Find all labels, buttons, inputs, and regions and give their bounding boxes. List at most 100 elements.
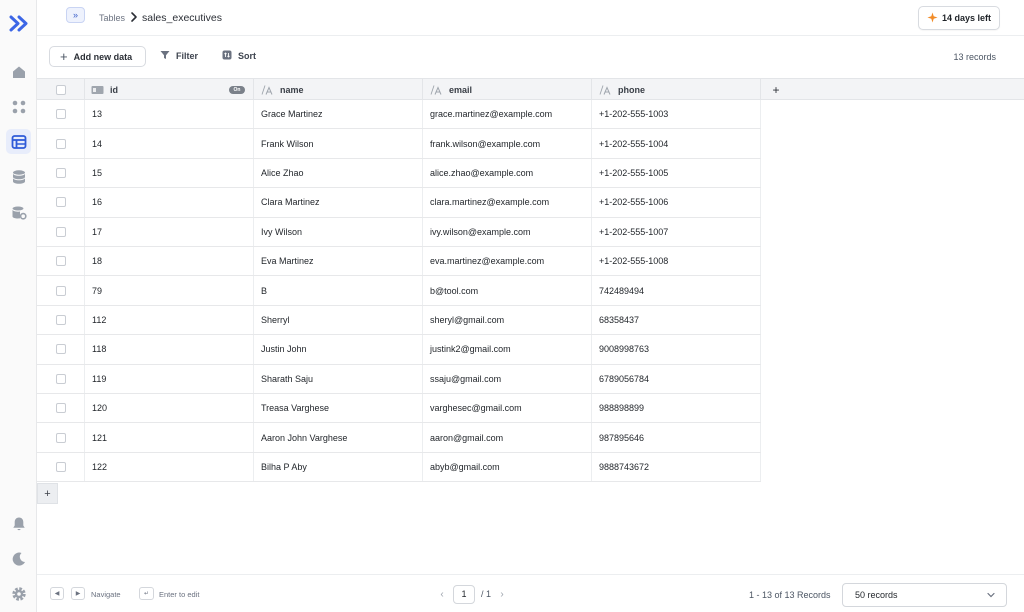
cell-email[interactable]: aaron@gmail.com — [423, 423, 592, 452]
table-row[interactable]: 79 B b@tool.com 742489494 — [37, 276, 761, 306]
cell-email[interactable]: sheryl@gmail.com — [423, 305, 592, 335]
cell-id[interactable]: 15 — [85, 158, 254, 188]
cell-name[interactable]: Justin John — [254, 335, 423, 364]
previous-page-icon[interactable]: ‹ — [437, 589, 447, 600]
add-column-button[interactable]: + — [761, 79, 791, 100]
cell-name[interactable]: Alice Zhao — [254, 158, 423, 188]
row-checkbox[interactable] — [55, 138, 66, 149]
cell-id[interactable]: 121 — [85, 423, 254, 452]
cell-email[interactable]: ivy.wilson@example.com — [423, 217, 592, 246]
cell-id[interactable]: 14 — [85, 129, 254, 158]
row-checkbox[interactable] — [55, 432, 66, 443]
cell-id[interactable]: 118 — [85, 335, 254, 364]
cell-name[interactable]: B — [254, 276, 423, 305]
cell-id[interactable]: 13 — [85, 100, 254, 129]
row-checkbox[interactable] — [55, 285, 66, 296]
cell-phone[interactable]: +1-202-555-1008 — [592, 247, 761, 276]
settings-icon[interactable] — [10, 585, 27, 602]
table-row[interactable]: 120 Treasa Varghese varghesec@gmail.com … — [37, 394, 761, 424]
table-row[interactable]: 122 Bilha P Aby abyb@gmail.com 988874367… — [37, 452, 761, 483]
row-checkbox[interactable] — [55, 461, 66, 472]
breadcrumb-tables-link[interactable]: Tables — [99, 13, 125, 23]
cell-email[interactable]: justink2@gmail.com — [423, 335, 592, 364]
trial-days-button[interactable]: 14 days left — [918, 6, 1000, 30]
cell-phone[interactable]: 9008998763 — [592, 335, 761, 364]
cell-phone[interactable]: +1-202-555-1004 — [592, 129, 761, 158]
cell-id[interactable]: 120 — [85, 394, 254, 423]
cell-email[interactable]: varghesec@gmail.com — [423, 394, 592, 423]
row-checkbox[interactable] — [55, 226, 66, 237]
cell-email[interactable]: frank.wilson@example.com — [423, 129, 592, 158]
add-row-button[interactable]: + — [37, 483, 58, 504]
cell-email[interactable]: b@tool.com — [423, 276, 592, 305]
cell-name[interactable]: Aaron John Varghese — [254, 423, 423, 452]
cell-id[interactable]: 18 — [85, 247, 254, 276]
row-checkbox[interactable] — [55, 167, 66, 178]
table-row[interactable]: 17 Ivy Wilson ivy.wilson@example.com +1-… — [37, 217, 761, 247]
moon-icon[interactable] — [10, 550, 27, 567]
cell-id[interactable]: 122 — [85, 452, 254, 482]
cell-name[interactable]: Ivy Wilson — [254, 217, 423, 246]
cell-phone[interactable]: 742489494 — [592, 276, 761, 305]
cell-phone[interactable]: +1-202-555-1005 — [592, 158, 761, 188]
cell-name[interactable]: Eva Martinez — [254, 247, 423, 276]
tables-icon[interactable] — [6, 129, 31, 154]
select-all-checkbox[interactable] — [55, 84, 66, 95]
cell-name[interactable]: Sherryl — [254, 305, 423, 335]
cell-phone[interactable]: +1-202-555-1006 — [592, 188, 761, 217]
table-row[interactable]: 112 Sherryl sheryl@gmail.com 68358437 — [37, 305, 761, 336]
cell-id[interactable]: 79 — [85, 276, 254, 305]
table-row[interactable]: 15 Alice Zhao alice.zhao@example.com +1-… — [37, 158, 761, 189]
row-checkbox[interactable] — [55, 109, 66, 120]
table-row[interactable]: 18 Eva Martinez eva.martinez@example.com… — [37, 247, 761, 277]
page-size-select[interactable]: 50 records — [842, 583, 1007, 607]
database-icon[interactable] — [10, 168, 27, 185]
cell-phone[interactable]: 9888743672 — [592, 452, 761, 482]
cell-phone[interactable]: 68358437 — [592, 305, 761, 335]
add-new-data-button[interactable]: + Add new data — [49, 46, 146, 67]
cell-phone[interactable]: 987895646 — [592, 423, 761, 452]
row-checkbox[interactable] — [55, 373, 66, 384]
table-row[interactable]: 14 Frank Wilson frank.wilson@example.com… — [37, 129, 761, 159]
page-number-input[interactable]: 1 — [453, 584, 475, 604]
table-row[interactable]: 118 Justin John justink2@gmail.com 90089… — [37, 335, 761, 365]
row-checkbox[interactable] — [55, 403, 66, 414]
cell-phone[interactable]: 6789056784 — [592, 364, 761, 393]
cell-id[interactable]: 16 — [85, 188, 254, 217]
cell-name[interactable]: Sharath Saju — [254, 364, 423, 393]
cell-name[interactable]: Grace Martinez — [254, 100, 423, 129]
table-row[interactable]: 119 Sharath Saju ssaju@gmail.com 6789056… — [37, 364, 761, 394]
cell-id[interactable]: 17 — [85, 217, 254, 246]
cell-name[interactable]: Treasa Varghese — [254, 394, 423, 423]
table-row[interactable]: 121 Aaron John Varghese aaron@gmail.com … — [37, 423, 761, 453]
cell-phone[interactable]: +1-202-555-1003 — [592, 100, 761, 129]
column-header-phone[interactable]: phone — [592, 79, 761, 100]
cell-id[interactable]: 119 — [85, 364, 254, 393]
cell-name[interactable]: Clara Martinez — [254, 188, 423, 217]
cell-email[interactable]: eva.martinez@example.com — [423, 247, 592, 276]
home-icon[interactable] — [10, 63, 27, 80]
row-checkbox[interactable] — [55, 197, 66, 208]
cell-name[interactable]: Frank Wilson — [254, 129, 423, 158]
cell-email[interactable]: ssaju@gmail.com — [423, 364, 592, 393]
cell-email[interactable]: alice.zhao@example.com — [423, 158, 592, 188]
next-page-icon[interactable]: › — [497, 589, 507, 600]
expand-sidebar-button[interactable]: » — [66, 7, 85, 23]
cell-email[interactable]: clara.martinez@example.com — [423, 188, 592, 217]
table-row[interactable]: 16 Clara Martinez clara.martinez@example… — [37, 188, 761, 218]
cell-phone[interactable]: 988898899 — [592, 394, 761, 423]
filter-button[interactable]: Filter — [160, 50, 198, 62]
column-header-id[interactable]: id On — [85, 79, 254, 100]
sort-button[interactable]: Sort — [222, 50, 256, 62]
cell-email[interactable]: abyb@gmail.com — [423, 452, 592, 482]
row-checkbox[interactable] — [55, 256, 66, 267]
apps-icon[interactable] — [10, 98, 27, 115]
column-header-email[interactable]: email — [423, 79, 592, 100]
storage-settings-icon[interactable] — [10, 204, 27, 221]
logo-icon[interactable] — [9, 15, 29, 32]
column-header-name[interactable]: name — [254, 79, 423, 100]
cell-phone[interactable]: +1-202-555-1007 — [592, 217, 761, 246]
bell-icon[interactable] — [10, 515, 27, 532]
cell-id[interactable]: 112 — [85, 305, 254, 335]
row-checkbox[interactable] — [55, 314, 66, 325]
